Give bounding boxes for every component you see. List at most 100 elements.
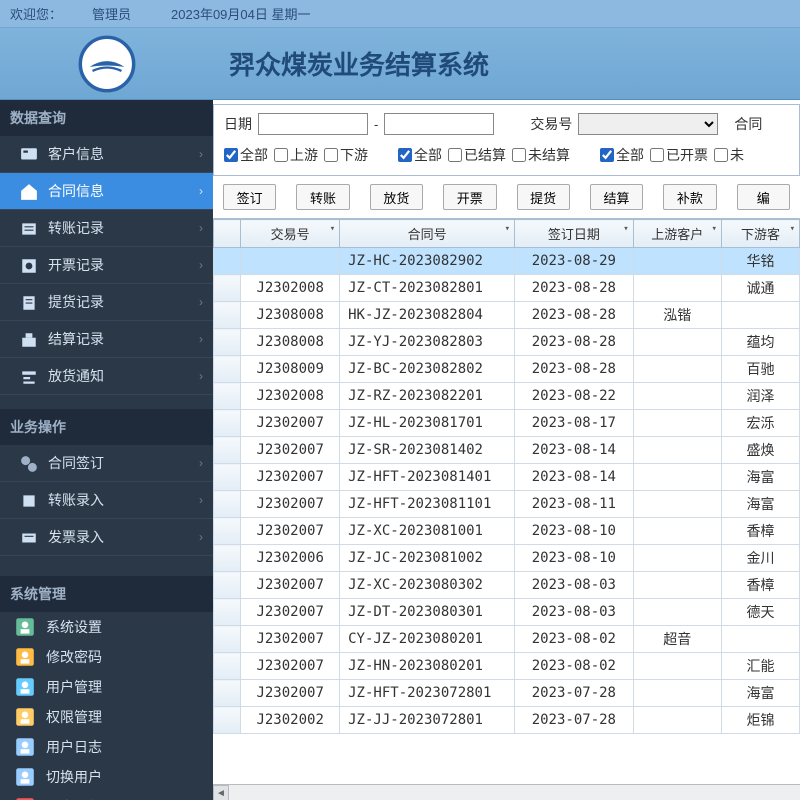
section-system: 系统管理 (0, 576, 213, 612)
menu-icon (20, 492, 38, 508)
menu-icon (20, 455, 38, 471)
action-button-1[interactable]: 转账 (296, 184, 349, 210)
chk-uninvoiced[interactable] (714, 148, 728, 162)
menu-icon (20, 183, 38, 199)
table-row[interactable]: J2302007JZ-XC-20230803022023-08-03香樟 (214, 572, 800, 599)
table-row[interactable]: J2308009JZ-BC-20230828022023-08-28百驰 (214, 356, 800, 383)
date-label: 日期 (224, 114, 252, 134)
menu-icon (20, 257, 38, 273)
sidebar-item-query-4[interactable]: 提货记录› (0, 284, 213, 321)
sidebar-item-query-3[interactable]: 开票记录› (0, 247, 213, 284)
action-button-2[interactable]: 放货 (370, 184, 423, 210)
sys-icon (14, 766, 36, 788)
chevron-right-icon: › (199, 530, 203, 544)
table-row[interactable]: J2308008HK-JZ-20230828042023-08-28泓锴 (214, 302, 800, 329)
chevron-right-icon: › (199, 221, 203, 235)
sidebar-item-sys-0[interactable]: 系统设置 (0, 612, 213, 642)
sidebar-item-sys-2[interactable]: 用户管理 (0, 672, 213, 702)
sys-icon (14, 676, 36, 698)
action-button-7[interactable]: 编 (737, 184, 790, 210)
table-row[interactable]: J2302007CY-JZ-20230802012023-08-02超音 (214, 626, 800, 653)
table-row[interactable]: J2302007JZ-DT-20230803012023-08-03德天 (214, 599, 800, 626)
table-row[interactable]: JZ-HC-20230829022023-08-29华铭 (214, 248, 800, 275)
dropdown-icon[interactable]: ▾ (712, 224, 717, 234)
data-grid[interactable]: 交易号▾合同号▾签订日期▾上游客户▾下游客▾ JZ-HC-20230829022… (213, 218, 800, 800)
sidebar-item-query-6[interactable]: 放货通知› (0, 358, 213, 395)
chk-upstream[interactable] (274, 148, 288, 162)
action-button-6[interactable]: 补款 (663, 184, 716, 210)
dropdown-icon[interactable]: ▾ (790, 224, 795, 234)
sidebar-item-query-5[interactable]: 结算记录› (0, 321, 213, 358)
sidebar-item-sys-3[interactable]: 权限管理 (0, 702, 213, 732)
sidebar-item-ops-0[interactable]: 合同签订› (0, 445, 213, 482)
table-row[interactable]: J2302006JZ-JC-20230810022023-08-10金川 (214, 545, 800, 572)
scrollbar-horizontal[interactable]: ◄ (213, 784, 800, 800)
dropdown-icon[interactable]: ▾ (623, 224, 628, 234)
table-row[interactable]: J2302007JZ-HFT-20230728012023-07-28海富 (214, 680, 800, 707)
sys-icon (14, 706, 36, 728)
sys-icon (14, 646, 36, 668)
action-button-3[interactable]: 开票 (443, 184, 496, 210)
chk-settled[interactable] (448, 148, 462, 162)
menu-icon (20, 294, 38, 310)
chevron-right-icon: › (199, 184, 203, 198)
table-row[interactable]: J2302007JZ-HN-20230802012023-08-02汇能 (214, 653, 800, 680)
table-row[interactable]: J2302007JZ-SR-20230814022023-08-14盛焕 (214, 437, 800, 464)
sidebar-item-sys-1[interactable]: 修改密码 (0, 642, 213, 672)
chk-downstream[interactable] (324, 148, 338, 162)
table-row[interactable]: J2302002JZ-JJ-20230728012023-07-28炬锦 (214, 707, 800, 734)
dropdown-icon[interactable]: ▾ (505, 224, 510, 234)
filter-bar: 日期 - 交易号 合同 全部 上游 下游 全部 已结算 未结算 全部 已开票 未 (213, 104, 800, 176)
column-header-0[interactable]: 交易号▾ (241, 220, 340, 248)
action-button-0[interactable]: 签订 (223, 184, 276, 210)
table-row[interactable]: J2302007JZ-XC-20230810012023-08-10香樟 (214, 518, 800, 545)
date-from-input[interactable] (258, 113, 368, 135)
table-row[interactable]: J2302007JZ-HL-20230817012023-08-17宏泺 (214, 410, 800, 437)
top-bar: 欢迎您： 管理员 2023年09月04日 星期一 (0, 0, 800, 28)
section-business-ops: 业务操作 (0, 409, 213, 445)
dropdown-icon[interactable]: ▾ (330, 224, 335, 234)
chk-unsettled[interactable] (512, 148, 526, 162)
app-title: 羿众煤炭业务结算系统 (229, 45, 489, 82)
chk-all-1[interactable] (224, 148, 238, 162)
column-header-4[interactable]: 下游客▾ (721, 220, 799, 248)
menu-icon (20, 529, 38, 545)
chevron-right-icon: › (199, 369, 203, 383)
chk-all-3[interactable] (600, 148, 614, 162)
table-row[interactable]: J2302008JZ-CT-20230828012023-08-28诚通 (214, 275, 800, 302)
date-label: 2023年09月04日 星期一 (171, 4, 310, 23)
table-row[interactable]: J2308008JZ-YJ-20230828032023-08-28蕴均 (214, 329, 800, 356)
sidebar-item-query-0[interactable]: 客户信息› (0, 136, 213, 173)
sidebar-item-sys-6[interactable]: 退出系统 (0, 792, 213, 800)
chevron-right-icon: › (199, 332, 203, 346)
sys-icon (14, 736, 36, 758)
sidebar-item-query-2[interactable]: 转账记录› (0, 210, 213, 247)
row-header-corner (214, 220, 241, 248)
chk-invoiced[interactable] (650, 148, 664, 162)
chk-all-2[interactable] (398, 148, 412, 162)
menu-icon (20, 220, 38, 236)
content-area: 羿众煤炭业务结算系统 日期 - 交易号 合同 全部 上游 下游 全部 已结算 未… (213, 28, 800, 800)
chevron-right-icon: › (199, 258, 203, 272)
txn-select[interactable] (578, 113, 718, 135)
action-button-4[interactable]: 提货 (517, 184, 570, 210)
table-row[interactable]: J2302007JZ-HFT-20230814012023-08-14海富 (214, 464, 800, 491)
role-label: 管理员 (92, 4, 131, 23)
table-row[interactable]: J2302007JZ-HFT-20230811012023-08-11海富 (214, 491, 800, 518)
column-header-3[interactable]: 上游客户▾ (633, 220, 721, 248)
chevron-right-icon: › (199, 493, 203, 507)
sidebar-item-query-1[interactable]: 合同信息› (0, 173, 213, 210)
date-to-input[interactable] (384, 113, 494, 135)
sys-icon (14, 616, 36, 638)
action-button-5[interactable]: 结算 (590, 184, 643, 210)
column-header-1[interactable]: 合同号▾ (340, 220, 515, 248)
sidebar-item-sys-5[interactable]: 切换用户 (0, 762, 213, 792)
sidebar-item-sys-4[interactable]: 用户日志 (0, 732, 213, 762)
table-row[interactable]: J2302008JZ-RZ-20230822012023-08-22润泽 (214, 383, 800, 410)
column-header-2[interactable]: 签订日期▾ (515, 220, 634, 248)
sidebar-item-ops-2[interactable]: 发票录入› (0, 519, 213, 556)
sidebar-item-ops-1[interactable]: 转账录入› (0, 482, 213, 519)
scroll-left-icon[interactable]: ◄ (213, 785, 229, 800)
chevron-right-icon: › (199, 456, 203, 470)
sidebar: 数据查询 客户信息›合同信息›转账记录›开票记录›提货记录›结算记录›放货通知›… (0, 28, 213, 800)
